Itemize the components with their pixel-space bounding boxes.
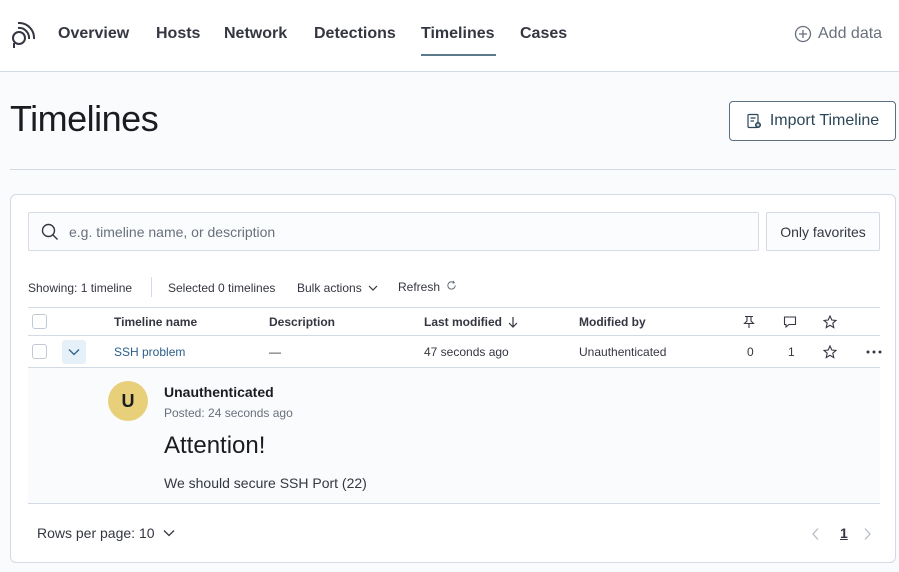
chevron-right-icon[interactable]	[862, 527, 872, 541]
only-favorites-button[interactable]: Only favorites	[766, 212, 880, 251]
column-header-name[interactable]: Timeline name	[114, 308, 197, 335]
tab-network[interactable]: Network	[224, 25, 287, 43]
expanded-notes: U Unauthenticated Posted: 24 seconds ago…	[28, 368, 880, 504]
add-data-button[interactable]: Add data	[794, 25, 882, 43]
rows-per-page-label: Rows per page: 10	[37, 525, 155, 541]
favorite-toggle[interactable]	[823, 336, 837, 367]
row-actions-button[interactable]	[865, 336, 883, 367]
top-nav: Overview Hosts Network Detections Timeli…	[0, 0, 899, 72]
tab-timelines[interactable]: Timelines	[421, 25, 495, 43]
chevron-left-icon[interactable]	[811, 527, 821, 541]
tab-detections[interactable]: Detections	[314, 25, 396, 43]
timelines-panel: Only favorites Showing: 1 timeline Selec…	[10, 194, 896, 563]
header-divider	[10, 169, 896, 170]
row-checkbox[interactable]	[32, 344, 47, 359]
chevron-down-icon	[68, 348, 80, 355]
timeline-last-modified: 47 seconds ago	[424, 344, 509, 359]
import-timeline-button[interactable]: Import Timeline	[729, 101, 896, 141]
column-header-modified-by[interactable]: Modified by	[579, 308, 646, 335]
utility-divider	[151, 277, 152, 297]
pinned-count: 0	[747, 344, 754, 359]
tab-overview[interactable]: Overview	[58, 25, 129, 43]
page-title: Timelines	[10, 98, 159, 139]
sort-descending-icon	[508, 316, 518, 328]
bulk-actions-label: Bulk actions	[297, 281, 362, 295]
selected-count: Selected 0 timelines	[168, 281, 276, 295]
refresh-button[interactable]: Refresh	[398, 280, 457, 294]
note-body: We should secure SSH Port (22)	[164, 475, 367, 491]
tab-hosts[interactable]: Hosts	[156, 25, 200, 43]
pagination: 1	[811, 525, 881, 543]
select-all-checkbox[interactable]	[32, 314, 47, 329]
add-data-label: Add data	[818, 25, 883, 42]
active-tab-indicator	[421, 54, 496, 56]
column-header-favorite[interactable]	[823, 308, 837, 335]
table-row: SSH problem — 47 seconds ago Unauthentic…	[28, 336, 883, 368]
more-actions-icon	[866, 350, 882, 353]
bulk-actions-button[interactable]: Bulk actions	[297, 281, 378, 295]
comment-icon	[783, 315, 797, 328]
column-header-notes[interactable]	[783, 308, 797, 335]
showing-count: Showing: 1 timeline	[28, 281, 133, 295]
column-header-last-modified[interactable]: Last modified	[424, 308, 519, 335]
pin-icon	[743, 315, 755, 328]
import-icon	[747, 113, 761, 129]
chevron-down-icon	[368, 285, 378, 291]
search-icon	[41, 223, 58, 240]
note-author: Unauthenticated	[164, 384, 274, 400]
select-all-cell	[32, 308, 47, 335]
note-timestamp: Posted: 24 seconds ago	[164, 406, 293, 420]
search-input[interactable]	[69, 223, 729, 240]
column-header-description[interactable]: Description	[269, 308, 335, 335]
table-header: Timeline name Description Last modified …	[28, 307, 880, 336]
last-modified-label: Last modified	[424, 314, 503, 329]
row-expand-button[interactable]	[62, 339, 86, 364]
star-icon	[823, 344, 837, 359]
notes-count: 1	[788, 344, 795, 359]
security-app-logo-icon[interactable]	[8, 22, 36, 48]
import-timeline-label: Import Timeline	[769, 112, 880, 129]
page-number[interactable]: 1	[840, 525, 848, 541]
refresh-label: Refresh	[398, 280, 441, 294]
note-heading: Attention!	[164, 432, 266, 459]
tab-cases[interactable]: Cases	[520, 25, 567, 43]
timeline-modified-by: Unauthenticated	[579, 344, 667, 359]
rows-per-page-button[interactable]: Rows per page: 10	[37, 525, 175, 541]
timeline-description: —	[269, 344, 281, 359]
row-select-cell	[32, 336, 47, 367]
avatar: U	[108, 381, 148, 421]
column-header-pinned[interactable]	[742, 308, 756, 335]
timeline-name-link[interactable]: SSH problem	[114, 336, 185, 367]
refresh-icon	[447, 280, 457, 290]
chevron-down-icon	[163, 530, 174, 537]
star-icon	[823, 314, 837, 329]
search-box	[28, 212, 759, 251]
row-expander-cell	[62, 336, 86, 367]
add-circle-icon	[794, 25, 812, 43]
